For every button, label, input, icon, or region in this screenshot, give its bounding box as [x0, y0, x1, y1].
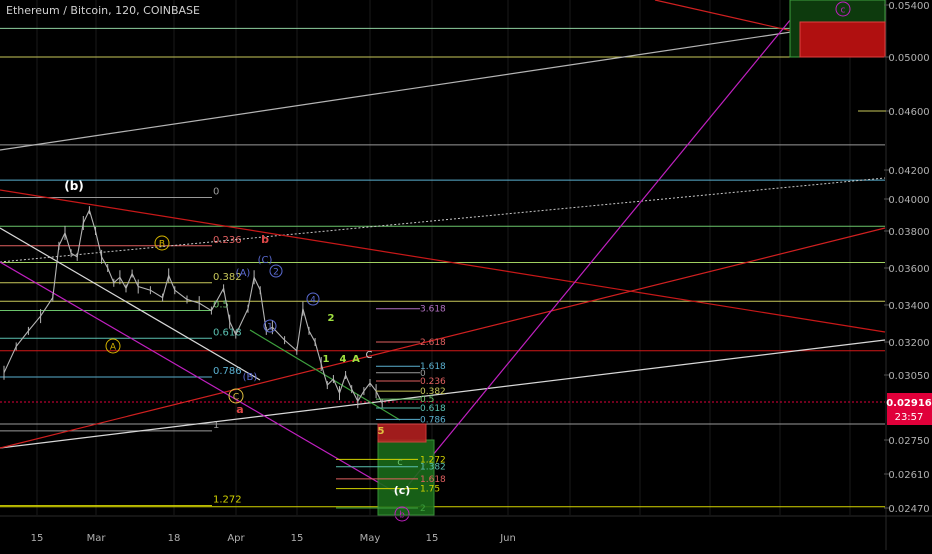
ext-0618-label: 0.618 [420, 404, 446, 414]
x-tick-label: 15 [291, 533, 304, 544]
wave-B-paren-label: (B) [243, 372, 258, 383]
chart-svg: 00.2360.3820.50.6180.78611.2723.6182.618… [0, 0, 932, 550]
x-tick-label: Jun [499, 533, 516, 544]
price-tag-countdown: 23:57 [895, 412, 924, 423]
target-1382-label: 1.382 [420, 463, 446, 473]
x-tick-label: 15 [426, 533, 439, 544]
wave-b-top-label: (b) [64, 179, 84, 193]
y-tick-label: 0.05400 [888, 1, 929, 12]
red-zone-box [377, 423, 427, 443]
ext-2618-label: 2.618 [420, 338, 446, 348]
wave-c-target-label: (c) [394, 484, 411, 497]
wave-circle-4: 4 [310, 296, 316, 306]
wave-1-label: 1 [323, 354, 330, 365]
fib-0-label: 0 [213, 187, 219, 198]
fib-0618-label: 0.618 [213, 327, 242, 338]
y-tick-label: 0.02750 [888, 436, 929, 447]
chart-area[interactable]: 00.2360.3820.50.6180.78611.2723.6182.618… [0, 0, 932, 550]
wave-A-paren-label: (A) [236, 268, 251, 279]
y-tick-label: 0.02470 [888, 504, 929, 515]
y-tick-label: 0.03600 [888, 264, 929, 275]
wave-2-label: 2 [328, 313, 335, 324]
ext-0236-label: 0.236 [420, 377, 446, 387]
wave-b-label: b [261, 233, 269, 246]
wave-circle-A-left: A [110, 343, 117, 353]
y-tick-label: 0.02610 [888, 470, 929, 481]
wave-4-label: 4 [340, 354, 347, 365]
fib-0786-label: 0.786 [213, 366, 242, 377]
wave-C-paren-label: (C) [258, 255, 273, 266]
x-tick-label: May [360, 533, 381, 544]
wave-a-label: a [236, 403, 243, 416]
y-tick-label: 0.03200 [888, 338, 929, 349]
wave-circle-1: 1 [267, 323, 273, 333]
top-red-box [799, 21, 886, 58]
y-tick-label: 0.03400 [888, 301, 929, 312]
ext-0786-label: 0.786 [420, 415, 446, 425]
y-tick-label: 0.03050 [888, 371, 929, 382]
wave-c-green-label: c [397, 457, 403, 468]
ext-3618-label: 3.618 [420, 305, 446, 315]
wave-5-label: 5 [378, 426, 385, 437]
y-tick-label: 0.03800 [888, 227, 929, 238]
fib-1272-label: 1.272 [213, 495, 242, 506]
chart-background [0, 0, 932, 550]
x-tick-label: Mar [87, 533, 107, 544]
wave-A-label: A [352, 354, 360, 365]
wave-C-label: C [366, 350, 373, 361]
y-tick-label: 0.05000 [888, 53, 929, 64]
wave-circle-2: 2 [273, 268, 279, 278]
target-2-label: 2 [420, 504, 426, 514]
target-175-label: 1.75 [420, 485, 440, 495]
x-tick-label: 15 [31, 533, 44, 544]
price-tag-value: 0.02916 [886, 398, 932, 409]
y-tick-label: 0.04200 [888, 166, 929, 177]
wave-circle-C: C [233, 393, 239, 403]
y-tick-label: 0.04600 [888, 107, 929, 118]
x-tick-label: 18 [168, 533, 181, 544]
target-1618-label: 1.618 [420, 475, 446, 485]
y-tick-label: 0.04000 [888, 195, 929, 206]
wave-circle-c-top: c [841, 6, 846, 16]
chart-title: Ethereum / Bitcoin, 120, COINBASE [6, 4, 200, 17]
x-tick-label: Apr [227, 533, 245, 544]
wave-circle-B: B [159, 240, 165, 250]
